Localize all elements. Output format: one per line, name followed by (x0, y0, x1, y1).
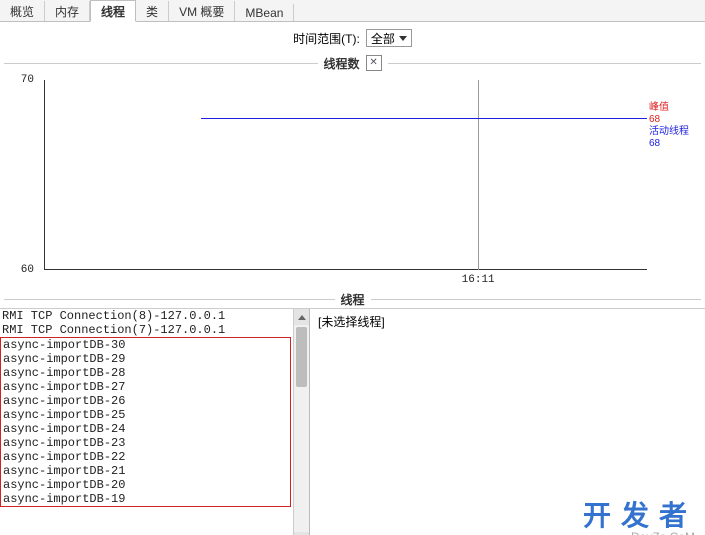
thread-list[interactable]: RMI TCP Connection(8)-127.0.0.1 RMI TCP … (0, 309, 309, 535)
chart-section-title: 线程数 (324, 55, 360, 72)
thread-item[interactable]: async-importDB-22 (1, 450, 290, 464)
thread-item[interactable]: RMI TCP Connection(8)-127.0.0.1 (0, 309, 291, 323)
scroll-thumb[interactable] (296, 327, 307, 387)
tab-vm-summary[interactable]: VM 概要 (169, 1, 235, 21)
thread-item[interactable]: RMI TCP Connection(7)-127.0.0.1 (0, 323, 291, 337)
thread-item[interactable]: async-importDB-29 (1, 352, 290, 366)
thread-item[interactable]: async-importDB-26 (1, 394, 290, 408)
thread-item[interactable]: async-importDB-27 (1, 380, 290, 394)
tab-classes[interactable]: 类 (136, 1, 169, 21)
legend-peak-value: 68 (649, 114, 705, 126)
tab-overview[interactable]: 概览 (0, 1, 45, 21)
watermark-main: 开发者 (583, 494, 697, 534)
thread-item[interactable]: async-importDB-19 (1, 492, 290, 506)
thread-item[interactable]: async-importDB-23 (1, 436, 290, 450)
threads-lower-split: RMI TCP Connection(8)-127.0.0.1 RMI TCP … (0, 308, 705, 535)
legend-peak-label: 峰值 (649, 102, 705, 114)
time-range-label: 时间范围(T): (293, 30, 360, 47)
thread-item[interactable]: async-importDB-30 (1, 338, 290, 352)
x-tick-label: 16:11 (462, 274, 495, 286)
chart-legend: 峰值 68 活动线程 68 (649, 102, 705, 150)
tab-threads[interactable]: 线程 (90, 0, 136, 22)
legend-live-label: 活动线程 (649, 126, 705, 138)
tab-mbean[interactable]: MBean (235, 4, 294, 21)
thread-item[interactable]: async-importDB-25 (1, 408, 290, 422)
threads-list-column: RMI TCP Connection(8)-127.0.0.1 RMI TCP … (0, 309, 310, 535)
time-range-row: 时间范围(T): 全部 (0, 22, 705, 54)
collapse-chart-button[interactable]: ✕ (366, 55, 382, 71)
thread-detail-placeholder: [未选择线程] (318, 315, 385, 329)
top-tabs: 概览 内存 线程 类 VM 概要 MBean (0, 0, 705, 22)
time-range-value: 全部 (371, 30, 395, 47)
chevron-down-icon (399, 36, 407, 41)
legend-live-value: 68 (649, 138, 705, 150)
thread-item[interactable]: async-importDB-21 (1, 464, 290, 478)
time-range-select[interactable]: 全部 (366, 29, 412, 47)
highlighted-thread-group: async-importDB-30 async-importDB-29 asyn… (0, 337, 291, 507)
thread-list-scrollbar[interactable] (293, 309, 309, 535)
watermark-sub: DevZe.CoM (631, 530, 695, 535)
thread-detail-panel: [未选择线程] 开发者 DevZe.CoM (310, 309, 705, 535)
chart-section-header: 线程数 ✕ (0, 54, 705, 72)
scroll-up-button[interactable] (294, 309, 309, 325)
threads-section-header: 线程 (0, 290, 705, 308)
tab-memory[interactable]: 内存 (45, 1, 90, 21)
y-tick-high: 70 (21, 74, 34, 86)
thread-item[interactable]: async-importDB-20 (1, 478, 290, 492)
grid-vline (478, 80, 479, 270)
thread-count-chart: 70 60 16:11 峰值 68 活动线程 68 (4, 72, 705, 290)
live-threads-line (201, 118, 647, 119)
chevron-up-icon (298, 315, 306, 320)
thread-item[interactable]: async-importDB-24 (1, 422, 290, 436)
plot-area[interactable] (44, 80, 647, 270)
threads-section-title: 线程 (341, 291, 365, 308)
thread-item[interactable]: async-importDB-28 (1, 366, 290, 380)
y-tick-low: 60 (21, 264, 34, 276)
